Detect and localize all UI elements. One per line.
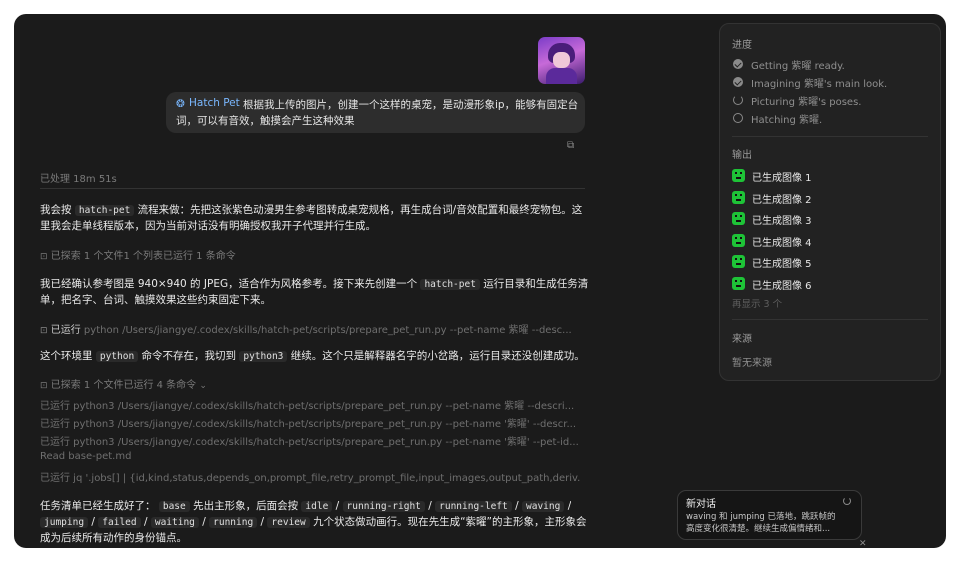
command-row[interactable]: 已运行 python3 /Users/jiangye/.codex/skills…	[40, 433, 580, 448]
terminal-icon: ⊡	[40, 326, 48, 336]
pet-sprite-icon	[732, 277, 745, 290]
command-row[interactable]: 已运行 python3 /Users/jiangye/.codex/skills…	[40, 397, 580, 412]
assistant-paragraph-3: 这个环境里 python 命令不存在，我切到 python3 继续。这个只是解释…	[40, 350, 585, 362]
pet-sprite-icon	[732, 212, 745, 225]
assistant-paragraph-1-line-2: 里我会走单线程版本，因为当前对话没有明确授权我开子代理并行生成。	[40, 220, 376, 232]
pet-sprite-icon	[732, 255, 745, 268]
skill-icon: ❂	[176, 98, 185, 110]
assistant-paragraph-2: 我已经确认参考图是 940×940 的 JPEG，适合作为风格参考。接下来先创建…	[40, 278, 589, 290]
new-conversation-toast[interactable]: 新对话 waving 和 jumping 已落地，跳跃帧的 高度变化很清楚。继续…	[677, 490, 862, 540]
progress-item: Imagining 紫曜's main look.	[751, 79, 888, 90]
terminal-icon: ⊡	[40, 381, 48, 391]
toast-line-1: waving 和 jumping 已落地，跳跃帧的	[686, 512, 836, 522]
output-item[interactable]: 已生成图像 4	[752, 234, 812, 249]
progress-item: Getting 紫曜 ready.	[751, 61, 845, 72]
toast-title: 新对话	[686, 499, 716, 510]
close-icon[interactable]: ✕	[859, 539, 867, 548]
source-title: 来源	[732, 334, 752, 345]
check-circle-icon	[733, 59, 743, 69]
user-message-line-1: 根据我上传的图片，创建一个这样的桌宠，是动漫形象ip，能够有固定台	[243, 99, 579, 111]
app-window: ❂ Hatch Pet 根据我上传的图片，创建一个这样的桌宠，是动漫形象ip，能…	[14, 14, 946, 548]
pet-sprite-icon	[732, 234, 745, 247]
command-row[interactable]: 已运行 python3 /Users/jiangye/.codex/skills…	[40, 415, 580, 430]
progress-item: Picturing 紫曜's poses.	[751, 97, 862, 108]
pet-sprite-icon	[732, 169, 745, 182]
processed-time: 已处理 18m 51s	[40, 174, 117, 185]
command-row[interactable]: Read base-pet.md	[40, 451, 580, 462]
spinner-icon	[733, 95, 743, 105]
assistant-paragraph-1: 我会按 hatch-pet 流程来做：先把这张紫色动漫男生参考图转成桌宠规格，再…	[40, 204, 583, 216]
divider	[40, 188, 585, 189]
assistant-paragraph-4-line-3: 成为后续所有动作的身份锚点。	[40, 532, 187, 544]
command-row[interactable]: 已运行 jq '.jobs[] | {id,kind,status,depend…	[40, 469, 580, 484]
output-item[interactable]: 已生成图像 6	[752, 277, 812, 292]
user-message-bubble: ❂ Hatch Pet 根据我上传的图片，创建一个这样的桌宠，是动漫形象ip，能…	[166, 92, 585, 133]
side-panel: 进度 Getting 紫曜 ready. Imagining 紫曜's main…	[719, 23, 941, 381]
chevron-down-icon: ⌄	[199, 381, 207, 391]
progress-title: 进度	[732, 40, 752, 51]
uploaded-image-thumbnail[interactable]	[538, 37, 585, 84]
output-item[interactable]: 已生成图像 2	[752, 191, 812, 206]
check-circle-icon	[733, 77, 743, 87]
pet-sprite-icon	[732, 191, 745, 204]
explored-summary-2[interactable]: ⊡ 已探索 1 个文件已运行 4 条命令 ⌄	[40, 376, 207, 391]
assistant-paragraph-2-line-2: 单，把名字、台词、触摸效果这些约束固定下来。	[40, 294, 271, 306]
copy-icon[interactable]: ⧉	[567, 140, 574, 151]
panel-divider	[732, 136, 928, 137]
assistant-paragraph-4: 任务清单已经生成好了： base 先出主形象，后面会按 idle / runni…	[40, 500, 572, 512]
spinner-icon	[843, 497, 851, 505]
no-source-text: 暂无来源	[732, 358, 772, 369]
panel-divider	[732, 319, 928, 320]
progress-item: Hatching 紫曜.	[751, 115, 823, 126]
output-item[interactable]: 已生成图像 3	[752, 212, 812, 227]
terminal-icon: ⊡	[40, 252, 48, 262]
output-title: 输出	[732, 150, 752, 161]
show-more-link[interactable]: 再显示 3 个	[732, 296, 782, 310]
assistant-paragraph-4-line-2: jumping / failed / waiting / running / r…	[40, 514, 586, 531]
user-message-line-2: 词，可以有音效，触摸会产生这种效果	[176, 115, 355, 127]
empty-circle-icon	[733, 113, 743, 123]
skill-tag[interactable]: Hatch Pet	[189, 97, 240, 109]
toast-line-2: 高度变化很清楚。继续生成偏情绪和...	[686, 524, 831, 534]
output-item[interactable]: 已生成图像 5	[752, 255, 812, 270]
explored-summary-1[interactable]: ⊡ 已探索 1 个文件1 个列表已运行 1 条命令	[40, 247, 236, 262]
output-item[interactable]: 已生成图像 1	[752, 169, 812, 184]
ran-command-1[interactable]: ⊡ 已运行 python /Users/jiangye/.codex/skill…	[40, 321, 580, 336]
